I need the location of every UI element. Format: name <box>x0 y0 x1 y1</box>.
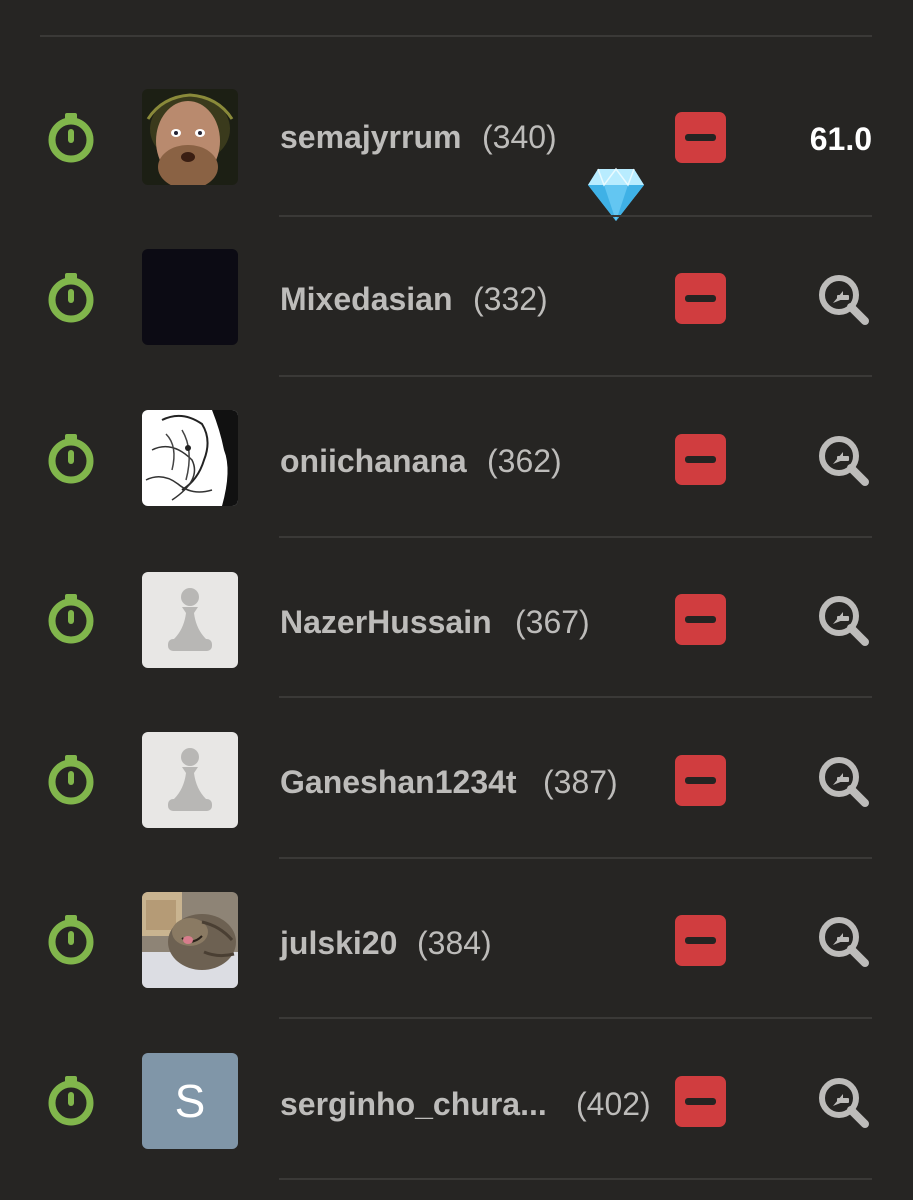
player-rating: (384) <box>417 925 492 961</box>
player-rating: (340) <box>482 119 557 155</box>
player-username[interactable]: julski20 <box>280 923 397 963</box>
avatar[interactable] <box>142 572 238 668</box>
player-row[interactable]: julski20 (384) <box>0 859 913 1019</box>
player-username[interactable]: oniichanana <box>280 441 467 481</box>
player-row[interactable]: semajyrrum (340) 61.0 <box>0 57 913 221</box>
remove-button[interactable] <box>675 594 726 645</box>
player-rating: (367) <box>515 604 590 640</box>
minus-icon <box>685 1098 716 1105</box>
analyze-icon[interactable] <box>816 754 870 808</box>
remove-button[interactable] <box>675 273 726 324</box>
player-username[interactable]: NazerHussain <box>280 602 492 642</box>
remove-button[interactable] <box>675 112 726 163</box>
minus-icon <box>685 616 716 623</box>
row-divider <box>279 696 872 698</box>
minus-icon <box>685 295 716 302</box>
player-rating: (332) <box>473 281 548 317</box>
avatar[interactable] <box>142 89 238 185</box>
minus-icon <box>685 937 716 944</box>
player-rating: (362) <box>487 443 562 479</box>
top-divider <box>40 35 872 37</box>
remove-button[interactable] <box>675 1076 726 1127</box>
avatar[interactable] <box>142 410 238 506</box>
player-username[interactable]: Ganeshan1234t <box>280 762 517 802</box>
player-row[interactable]: Mixedasian (332) <box>0 217 913 377</box>
analyze-icon[interactable] <box>816 1075 870 1129</box>
remove-button[interactable] <box>675 915 726 966</box>
timer-icon <box>44 538 98 698</box>
timer-icon <box>44 378 98 538</box>
game-score: 61.0 <box>809 121 872 157</box>
minus-icon <box>685 777 716 784</box>
avatar[interactable] <box>142 892 238 988</box>
player-row[interactable]: Ganeshan1234t (387) <box>0 699 913 859</box>
player-list-page: semajyrrum (340) 61.0 Mixedasian (332) o… <box>0 0 913 1200</box>
remove-button[interactable] <box>675 755 726 806</box>
avatar[interactable]: S <box>142 1053 238 1149</box>
player-row[interactable]: NazerHussain (367) <box>0 538 913 698</box>
timer-icon <box>44 699 98 859</box>
timer-icon <box>44 217 98 377</box>
player-username[interactable]: Mixedasian <box>280 279 453 319</box>
player-rating: (402) <box>576 1086 651 1122</box>
pawn-icon <box>168 588 212 651</box>
timer-icon <box>44 1020 98 1180</box>
row-divider <box>279 1017 872 1019</box>
minus-icon <box>685 456 716 463</box>
player-row[interactable]: oniichanana (362) <box>0 378 913 538</box>
analyze-icon[interactable] <box>816 272 870 326</box>
player-rating: (387) <box>543 764 618 800</box>
analyze-icon[interactable] <box>816 593 870 647</box>
timer-icon <box>44 57 98 217</box>
avatar[interactable] <box>142 732 238 828</box>
row-divider <box>279 375 872 377</box>
player-username[interactable]: serginho_chura... <box>280 1084 547 1124</box>
player-username[interactable]: semajyrrum <box>280 117 461 157</box>
minus-icon <box>685 134 716 141</box>
player-row[interactable]: S serginho_chura... (402) <box>0 1020 913 1180</box>
analyze-icon[interactable] <box>816 433 870 487</box>
remove-button[interactable] <box>675 434 726 485</box>
analyze-icon[interactable] <box>816 914 870 968</box>
timer-icon <box>44 859 98 1019</box>
pawn-icon <box>168 748 212 811</box>
row-divider <box>279 1178 872 1180</box>
avatar[interactable] <box>142 249 238 345</box>
